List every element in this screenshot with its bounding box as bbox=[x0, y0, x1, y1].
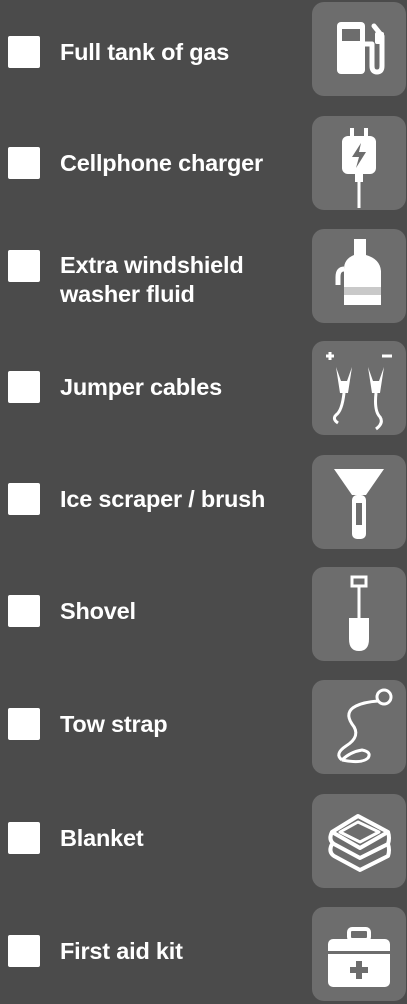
checklist-item-ice-scraper: Ice scraper / brush bbox=[0, 455, 407, 551]
item-label-blanket: Blanket bbox=[60, 825, 144, 851]
item-label-ice-scraper: Ice scraper / brush bbox=[60, 486, 266, 512]
checkbox-blanket[interactable] bbox=[8, 822, 40, 854]
item-label-shovel: Shovel bbox=[60, 598, 136, 624]
shovel-icon bbox=[312, 567, 406, 661]
checklist-item-shovel: Shovel bbox=[0, 567, 407, 663]
item-label-washer-fluid: Extra windshield washer fluid bbox=[60, 252, 244, 307]
checklist-item-jumper-cables: Jumper cables bbox=[0, 341, 407, 437]
checklist-item-gas: Full tank of gas bbox=[0, 2, 407, 98]
jumper-cables-icon bbox=[312, 341, 406, 435]
first-aid-kit-icon bbox=[312, 907, 406, 1001]
phone-charger-icon bbox=[312, 116, 406, 210]
gas-pump-icon bbox=[312, 2, 406, 96]
item-label-charger: Cellphone charger bbox=[60, 150, 263, 176]
item-label-first-aid: First aid kit bbox=[60, 938, 183, 964]
checkbox-ice-scraper[interactable] bbox=[8, 483, 40, 515]
washer-fluid-jug-icon bbox=[312, 229, 406, 323]
checkbox-gas[interactable] bbox=[8, 36, 40, 68]
checklist: Full tank of gas Cellphone charger Extra… bbox=[0, 0, 407, 1004]
checkbox-washer-fluid[interactable] bbox=[8, 250, 40, 282]
checkbox-tow-strap[interactable] bbox=[8, 708, 40, 740]
checkbox-shovel[interactable] bbox=[8, 595, 40, 627]
checkbox-first-aid[interactable] bbox=[8, 935, 40, 967]
item-label-gas: Full tank of gas bbox=[60, 39, 230, 65]
tow-strap-icon bbox=[312, 680, 406, 774]
checklist-item-blanket: Blanket bbox=[0, 794, 407, 890]
ice-scraper-icon bbox=[312, 455, 406, 549]
checklist-item-charger: Cellphone charger bbox=[0, 116, 407, 212]
checklist-item-first-aid: First aid kit bbox=[0, 907, 407, 1003]
checkbox-jumper-cables[interactable] bbox=[8, 371, 40, 403]
checkbox-charger[interactable] bbox=[8, 147, 40, 179]
blanket-icon bbox=[312, 794, 406, 888]
checklist-item-tow-strap: Tow strap bbox=[0, 680, 407, 776]
checklist-item-washer-fluid: Extra windshield washer fluid bbox=[0, 229, 407, 325]
item-label-jumper-cables: Jumper cables bbox=[60, 374, 222, 400]
item-label-tow-strap: Tow strap bbox=[60, 711, 168, 737]
